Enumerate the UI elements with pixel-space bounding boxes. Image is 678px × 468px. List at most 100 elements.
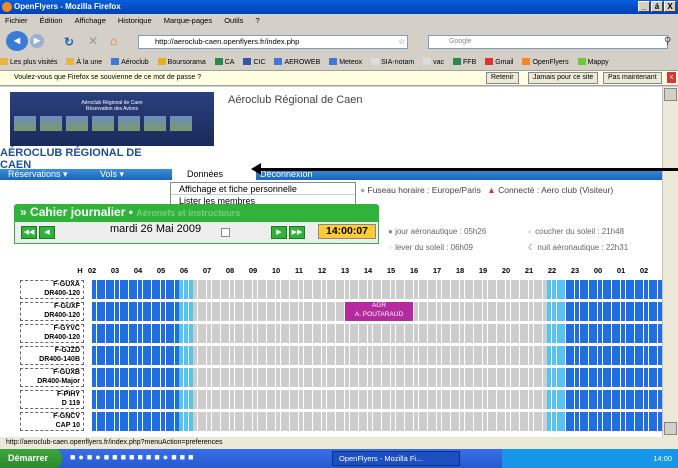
schedule-slot[interactable] [239,412,244,431]
schedule-slot[interactable] [216,368,221,387]
schedule-slot[interactable] [331,280,336,299]
schedule-slot[interactable] [115,346,119,365]
schedule-slot[interactable] [478,368,483,387]
schedule-slot[interactable] [331,368,336,387]
schedule-slot[interactable] [625,368,630,387]
schedule-slot[interactable] [266,324,271,343]
schedule-slot[interactable] [593,412,598,431]
schedule-slot[interactable] [565,368,570,387]
schedule-slot[interactable] [239,346,244,365]
schedule-slot[interactable] [588,302,593,321]
search-icon[interactable]: ⚲ [664,36,671,47]
schedule-slot[interactable] [556,302,561,321]
schedule-slot[interactable] [170,302,175,321]
schedule-slot[interactable] [161,346,165,365]
schedule-slot[interactable] [386,390,391,409]
schedule-slot[interactable] [418,324,423,343]
schedule-slot[interactable] [119,390,124,409]
schedule-slot[interactable] [253,280,257,299]
schedule-slot[interactable] [105,412,110,431]
schedule-slot[interactable] [377,346,382,365]
schedule-slot[interactable] [285,302,290,321]
menu-help[interactable]: ? [255,16,259,25]
schedule-slot[interactable] [510,346,515,365]
schedule-slot[interactable] [207,280,211,299]
schedule-slot[interactable] [124,302,129,321]
schedule-slot[interactable] [253,302,257,321]
schedule-slot[interactable] [584,368,589,387]
schedule-slot[interactable] [299,280,303,299]
schedule-slot[interactable] [432,346,437,365]
schedule-slot[interactable] [386,412,391,431]
schedule-slot[interactable] [639,302,644,321]
schedule-slot[interactable] [234,346,239,365]
schedule-slot[interactable] [625,346,630,365]
schedule-slot[interactable] [625,412,630,431]
schedule-slot[interactable] [363,412,368,431]
schedule-slot[interactable] [326,412,331,431]
schedule-slot[interactable] [377,412,382,431]
schedule-slot[interactable] [432,412,437,431]
schedule-slot[interactable] [312,302,317,321]
remember-button[interactable]: Retenir [486,72,519,84]
schedule-slot[interactable] [565,280,570,299]
schedule-slot[interactable] [303,302,308,321]
schedule-slot[interactable] [570,412,575,431]
schedule-slot[interactable] [257,324,262,343]
schedule-slot[interactable] [602,280,607,299]
schedule-slot[interactable] [262,390,267,409]
back-arrow-icon[interactable]: ◀ [6,31,28,51]
schedule-slot[interactable] [616,412,621,431]
schedule-slot[interactable] [464,302,469,321]
start-button[interactable]: Démarrer [0,449,62,468]
schedule-slot[interactable] [473,346,478,365]
schedule-slot[interactable] [188,346,193,365]
schedule-slot[interactable] [197,390,202,409]
schedule-slot[interactable] [414,302,418,321]
schedule-slot[interactable] [621,346,625,365]
schedule-slot[interactable] [105,390,110,409]
schedule-slot[interactable] [575,390,579,409]
schedule-slot[interactable] [630,302,635,321]
schedule-slot[interactable] [312,390,317,409]
schedule-slot[interactable] [639,368,644,387]
schedule-slot[interactable] [602,346,607,365]
schedule-slot[interactable] [450,368,455,387]
schedule-slot[interactable] [630,412,635,431]
schedule-slot[interactable] [478,412,483,431]
schedule-slot[interactable] [322,280,326,299]
schedule-slot[interactable] [276,346,280,365]
schedule-slot[interactable] [538,280,543,299]
schedule-slot[interactable] [515,302,520,321]
schedule-slot[interactable] [345,280,349,299]
schedule-slot[interactable] [179,280,184,299]
schedule-slot[interactable] [110,368,115,387]
schedule-slot[interactable] [105,302,110,321]
schedule-slot[interactable] [128,324,133,343]
schedule-slot[interactable] [483,324,487,343]
schedule-slot[interactable] [492,412,497,431]
schedule-slot[interactable] [124,390,129,409]
schedule-slot[interactable] [266,412,271,431]
schedule-slot[interactable] [552,302,556,321]
schedule-slot[interactable] [230,390,234,409]
schedule-slot[interactable] [621,412,625,431]
schedule-slot[interactable] [446,324,451,343]
schedule-slot[interactable] [220,346,225,365]
schedule-slot[interactable] [276,280,280,299]
schedule-slot[interactable] [391,368,395,387]
schedule-slot[interactable] [165,324,170,343]
schedule-slot[interactable] [598,324,602,343]
schedule-slot[interactable] [170,368,175,387]
schedule-slot[interactable] [92,346,96,365]
schedule-slot[interactable] [565,346,570,365]
schedule-slot[interactable] [289,390,294,409]
schedule-slot[interactable] [110,324,115,343]
schedule-slot[interactable] [400,412,405,431]
schedule-slot[interactable] [487,390,492,409]
schedule-slot[interactable] [427,412,432,431]
schedule-slot[interactable] [202,302,207,321]
schedule-slot[interactable] [230,412,234,431]
schedule-slot[interactable] [151,368,156,387]
next-day-icon[interactable]: ▶ [271,226,287,239]
